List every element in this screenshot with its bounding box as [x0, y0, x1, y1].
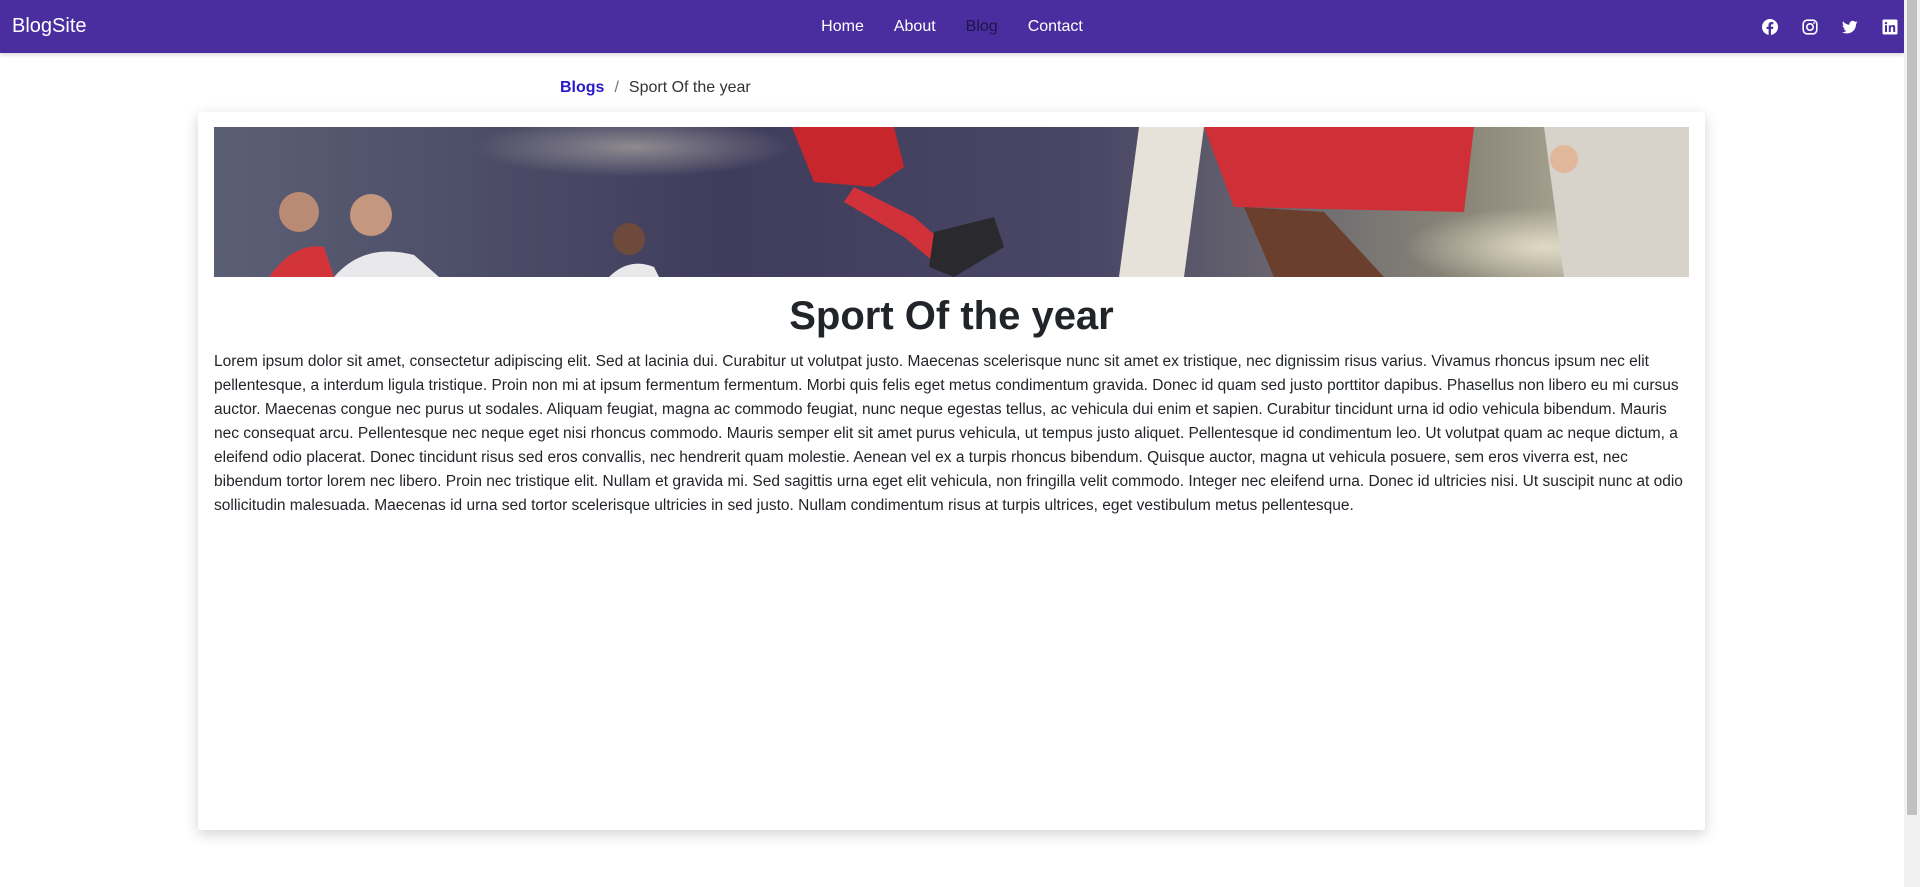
brand-logo-link[interactable]: BlogSite: [12, 14, 87, 38]
post-title: Sport Of the year: [789, 294, 1114, 338]
hero-image: [214, 127, 1689, 277]
top-navbar: BlogSite Home About Blog Contact: [0, 0, 1904, 53]
breadcrumb-separator: /: [614, 79, 619, 96]
nav-link-about[interactable]: About: [879, 0, 951, 53]
breadcrumb-current: Sport Of the year: [628, 79, 751, 96]
scrollbar-thumb[interactable]: [1907, 0, 1917, 815]
breadcrumb-blogs-link[interactable]: Blogs: [560, 78, 604, 98]
nav-link-contact[interactable]: Contact: [1013, 0, 1098, 53]
main-nav: Home About Blog Contact: [0, 0, 1904, 53]
nav-link-home[interactable]: Home: [806, 0, 879, 53]
facebook-icon[interactable]: [1762, 18, 1778, 35]
nav-link-blog[interactable]: Blog: [951, 0, 1013, 53]
social-links: [1762, 0, 1898, 53]
blog-post-card: Sport Of the year Lorem ipsum dolor sit …: [198, 112, 1705, 830]
linkedin-icon[interactable]: [1882, 19, 1898, 35]
twitter-icon[interactable]: [1842, 19, 1858, 35]
breadcrumb: Blogs / Sport Of the year: [560, 78, 751, 98]
page-scrollbar[interactable]: [1904, 0, 1920, 887]
post-body: Lorem ipsum dolor sit amet, consectetur …: [214, 353, 1683, 514]
instagram-icon[interactable]: [1802, 18, 1818, 35]
